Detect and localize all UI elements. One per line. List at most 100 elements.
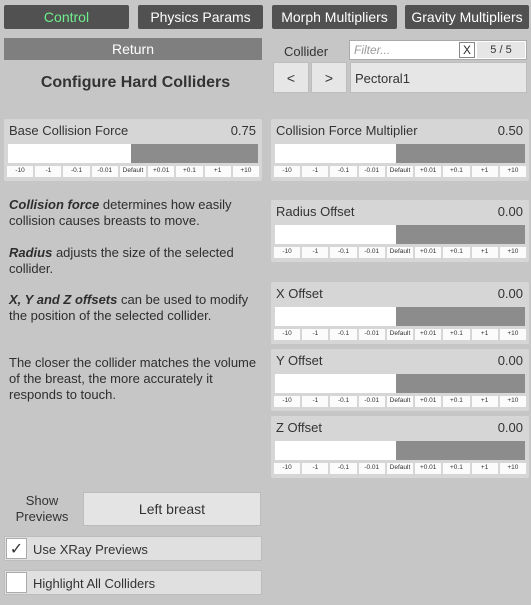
highlight-colliders-toggle[interactable]: Highlight All Colliders [4, 570, 262, 595]
step-button[interactable]: +10 [232, 166, 259, 177]
step-button[interactable]: -1 [302, 166, 329, 177]
step-button[interactable]: -0.01 [358, 396, 385, 407]
help-accuracy: The closer the collider matches the volu… [9, 355, 257, 402]
step-button[interactable]: +0.1 [443, 329, 470, 340]
step-button[interactable]: -1 [302, 463, 329, 474]
slider-handle[interactable] [275, 307, 398, 326]
step-button[interactable]: -0.1 [330, 463, 357, 474]
step-button[interactable]: -0.1 [330, 166, 357, 177]
step-button[interactable]: Default [386, 247, 414, 258]
step-button[interactable]: +1 [471, 166, 498, 177]
step-button[interactable]: +0.01 [415, 247, 442, 258]
step-button[interactable]: +1 [471, 247, 498, 258]
step-buttons: -10 -1 -0.1 -0.01 Default +0.01 +0.1 +1 +10 [274, 247, 526, 258]
tab-physics-params[interactable]: Physics Params [138, 5, 263, 29]
tab-morph-multipliers[interactable]: Morph Multipliers [272, 5, 397, 29]
step-button[interactable]: Default [119, 166, 147, 177]
help-radius: Radius adjusts the size of the selected … [9, 245, 264, 277]
step-button[interactable]: +1 [204, 166, 231, 177]
step-button[interactable]: +1 [471, 396, 498, 407]
collision-force-multiplier-slider: Collision Force Multiplier 0.50 -10 -1 -0.… [271, 119, 529, 181]
step-button[interactable]: -0.01 [358, 463, 385, 474]
step-button[interactable]: +10 [499, 247, 526, 258]
step-button[interactable]: -0.01 [358, 329, 385, 340]
xray-checkbox[interactable]: ✓ [6, 538, 27, 559]
preview-target-button[interactable]: Left breast [83, 492, 261, 526]
highlight-checkbox[interactable] [6, 572, 27, 593]
step-button[interactable]: -10 [274, 396, 301, 407]
step-button[interactable]: +0.01 [415, 463, 442, 474]
step-button[interactable]: +0.1 [443, 247, 470, 258]
step-button[interactable]: +0.1 [443, 463, 470, 474]
step-buttons: -10 -1 -0.1 -0.01 Default +0.01 +0.1 +1 +10 [274, 329, 526, 340]
step-button[interactable]: +1 [471, 329, 498, 340]
step-button[interactable]: +0.01 [415, 396, 442, 407]
page-title: Configure Hard Colliders [40, 74, 231, 91]
help-term: X, Y and Z offsets [9, 292, 118, 307]
step-button[interactable]: -0.01 [358, 247, 385, 258]
step-button[interactable]: -10 [274, 166, 301, 177]
step-button[interactable]: -10 [274, 329, 301, 340]
collider-label: Collider [284, 44, 329, 59]
slider-value: 0.75 [230, 123, 256, 138]
next-collider-button[interactable]: > [311, 62, 347, 93]
slider-label: Collision Force Multiplier [276, 123, 418, 138]
step-button[interactable]: -10 [274, 247, 301, 258]
step-buttons: -10 -1 -0.1 -0.01 Default +0.01 +0.1 +1 +10 [7, 166, 259, 177]
step-button[interactable]: Default [386, 166, 414, 177]
slider-label: X Offset [276, 286, 323, 301]
step-button[interactable]: -1 [302, 247, 329, 258]
z-offset-slider: Z Offset 0.00 -10 -1 -0.1 -0.01 Default +0.01… [271, 416, 529, 478]
collider-filter: X 5 / 5 [349, 40, 527, 60]
step-button[interactable]: +0.01 [148, 166, 175, 177]
slider-track[interactable] [275, 225, 525, 244]
slider-track[interactable] [275, 441, 525, 460]
step-button[interactable]: -1 [35, 166, 62, 177]
step-button[interactable]: -10 [7, 166, 34, 177]
step-button[interactable]: +1 [471, 463, 498, 474]
slider-handle[interactable] [8, 144, 133, 163]
step-button[interactable]: +0.01 [415, 166, 442, 177]
y-offset-slider: Y Offset 0.00 -10 -1 -0.1 -0.01 Default +0.01… [271, 349, 529, 411]
slider-handle[interactable] [275, 144, 398, 163]
previous-collider-button[interactable]: < [273, 62, 309, 93]
step-button[interactable]: +0.1 [443, 166, 470, 177]
slider-track[interactable] [275, 307, 525, 326]
step-button[interactable]: -1 [302, 396, 329, 407]
tab-gravity-multipliers[interactable]: Gravity Multipliers [405, 5, 529, 29]
tab-control[interactable]: Control [4, 5, 129, 29]
step-button[interactable]: +10 [499, 463, 526, 474]
slider-handle[interactable] [275, 441, 398, 460]
return-button[interactable]: Return [4, 38, 262, 60]
step-button[interactable]: -0.01 [358, 166, 385, 177]
step-button[interactable]: Default [386, 396, 414, 407]
help-term: Radius [9, 245, 53, 260]
filter-input[interactable] [354, 43, 454, 57]
step-button[interactable]: -0.1 [330, 329, 357, 340]
clear-filter-button[interactable]: X [459, 42, 475, 58]
step-button[interactable]: -10 [274, 463, 301, 474]
slider-track[interactable] [275, 374, 525, 393]
step-button[interactable]: -0.1 [330, 247, 357, 258]
slider-track[interactable] [8, 144, 258, 163]
slider-track[interactable] [275, 144, 525, 163]
step-button[interactable]: +10 [499, 396, 526, 407]
xray-previews-toggle[interactable]: ✓ Use XRay Previews [4, 536, 262, 561]
slider-handle[interactable] [275, 225, 398, 244]
step-button[interactable]: +0.01 [415, 329, 442, 340]
step-button[interactable]: -0.01 [91, 166, 118, 177]
step-button[interactable]: +10 [499, 329, 526, 340]
step-button[interactable]: Default [386, 463, 414, 474]
step-button[interactable]: +0.1 [443, 396, 470, 407]
step-button[interactable]: +0.1 [176, 166, 203, 177]
collider-select[interactable]: Pectoral1 [350, 62, 527, 93]
toggle-label: Use XRay Previews [33, 542, 148, 557]
slider-handle[interactable] [275, 374, 398, 393]
step-button[interactable]: +10 [499, 166, 526, 177]
slider-value: 0.50 [497, 123, 523, 138]
step-button[interactable]: -1 [302, 329, 329, 340]
step-button[interactable]: -0.1 [330, 396, 357, 407]
step-button[interactable]: Default [386, 329, 414, 340]
slider-value: 0.00 [497, 353, 523, 368]
step-button[interactable]: -0.1 [63, 166, 90, 177]
